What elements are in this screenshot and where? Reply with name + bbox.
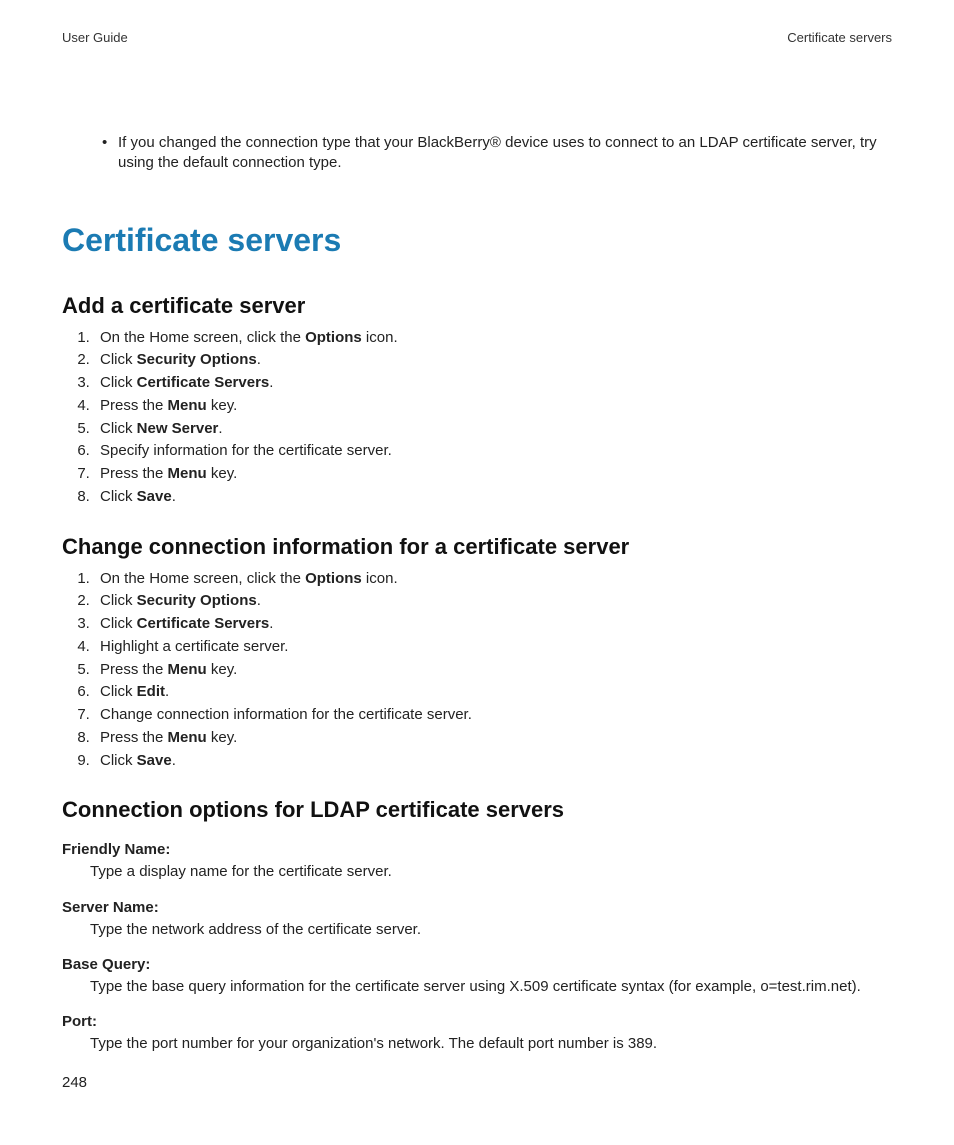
- step-text: .: [165, 683, 169, 700]
- intro-bullet: If you changed the connection type that …: [102, 133, 892, 174]
- step-text: key.: [207, 465, 238, 482]
- step-item: Click Security Options.: [94, 349, 892, 371]
- definition-term: Server Name:: [62, 899, 892, 916]
- step-item: On the Home screen, click the Options ic…: [94, 327, 892, 349]
- step-item: Click Security Options.: [94, 590, 892, 612]
- step-bold-text: Certificate Servers: [137, 374, 270, 391]
- steps-change-connection: On the Home screen, click the Options ic…: [62, 568, 892, 772]
- definition-item: Friendly Name: Type a display name for th…: [62, 841, 892, 882]
- step-bold-text: Security Options: [137, 592, 257, 609]
- step-text: .: [269, 374, 273, 391]
- step-item: Press the Menu key.: [94, 395, 892, 417]
- step-text: .: [172, 488, 176, 505]
- page-container: User Guide Certificate servers If you ch…: [0, 0, 954, 1145]
- step-item: Specify information for the certificate …: [94, 440, 892, 462]
- page-title: Certificate servers: [62, 222, 892, 259]
- step-bold-text: Options: [305, 329, 362, 346]
- step-text: key.: [207, 661, 238, 678]
- definition-term: Friendly Name:: [62, 841, 892, 858]
- step-item: Click Save.: [94, 486, 892, 508]
- step-bold-text: Certificate Servers: [137, 615, 270, 632]
- step-item: Press the Menu key.: [94, 659, 892, 681]
- step-text: Click: [100, 615, 137, 632]
- step-bold-text: Save: [137, 752, 172, 769]
- step-text: .: [269, 615, 273, 632]
- step-text: Press the: [100, 397, 168, 414]
- step-text: Click: [100, 374, 137, 391]
- definition-term: Port:: [62, 1013, 892, 1030]
- step-text: Press the: [100, 729, 168, 746]
- step-text: Click: [100, 683, 137, 700]
- step-text: key.: [207, 397, 238, 414]
- step-text: .: [257, 592, 261, 609]
- step-bold-text: Edit: [137, 683, 165, 700]
- definition-body: Type the network address of the certific…: [90, 920, 892, 940]
- step-text: Click: [100, 752, 137, 769]
- step-text: .: [218, 420, 222, 437]
- step-bold-text: Security Options: [137, 351, 257, 368]
- step-text: .: [172, 752, 176, 769]
- step-item: Click Certificate Servers.: [94, 613, 892, 635]
- step-bold-text: Menu: [168, 661, 207, 678]
- step-item: Click New Server.: [94, 418, 892, 440]
- definition-body: Type the base query information for the …: [90, 977, 892, 997]
- definition-body: Type the port number for your organizati…: [90, 1034, 892, 1054]
- definition-body: Type a display name for the certificate …: [90, 862, 892, 882]
- step-item: Press the Menu key.: [94, 727, 892, 749]
- definition-term: Base Query:: [62, 956, 892, 973]
- header-right: Certificate servers: [787, 30, 892, 45]
- definition-item: Port: Type the port number for your organ…: [62, 1013, 892, 1054]
- step-text: icon.: [362, 329, 398, 346]
- step-item: Click Certificate Servers.: [94, 372, 892, 394]
- steps-add-server: On the Home screen, click the Options ic…: [62, 327, 892, 508]
- step-text: .: [257, 351, 261, 368]
- step-item: Click Edit.: [94, 681, 892, 703]
- step-text: Specify information for the certificate …: [100, 442, 392, 459]
- step-item: Change connection information for the ce…: [94, 704, 892, 726]
- section-heading-ldap-options: Connection options for LDAP certificate …: [62, 797, 892, 823]
- section-heading-add-server: Add a certificate server: [62, 293, 892, 319]
- header-left: User Guide: [62, 30, 128, 45]
- step-item: Click Save.: [94, 750, 892, 772]
- step-item: On the Home screen, click the Options ic…: [94, 568, 892, 590]
- step-text: Click: [100, 592, 137, 609]
- step-bold-text: Save: [137, 488, 172, 505]
- page-number: 248: [62, 1074, 87, 1091]
- step-bold-text: Menu: [168, 465, 207, 482]
- step-text: On the Home screen, click the: [100, 570, 305, 587]
- step-bold-text: Options: [305, 570, 362, 587]
- step-text: Click: [100, 420, 137, 437]
- step-text: Highlight a certificate server.: [100, 638, 288, 655]
- definition-item: Server Name: Type the network address of …: [62, 899, 892, 940]
- step-text: On the Home screen, click the: [100, 329, 305, 346]
- step-text: key.: [207, 729, 238, 746]
- step-text: Click: [100, 488, 137, 505]
- step-text: Press the: [100, 661, 168, 678]
- step-text: Press the: [100, 465, 168, 482]
- step-text: Click: [100, 351, 137, 368]
- definition-list: Friendly Name: Type a display name for th…: [62, 841, 892, 1054]
- step-bold-text: Menu: [168, 729, 207, 746]
- step-bold-text: New Server: [137, 420, 219, 437]
- step-item: Press the Menu key.: [94, 463, 892, 485]
- step-item: Highlight a certificate server.: [94, 636, 892, 658]
- step-text: Change connection information for the ce…: [100, 706, 472, 723]
- section-heading-change-connection: Change connection information for a cert…: [62, 534, 892, 560]
- step-text: icon.: [362, 570, 398, 587]
- definition-item: Base Query: Type the base query informati…: [62, 956, 892, 997]
- step-bold-text: Menu: [168, 397, 207, 414]
- running-header: User Guide Certificate servers: [62, 30, 892, 45]
